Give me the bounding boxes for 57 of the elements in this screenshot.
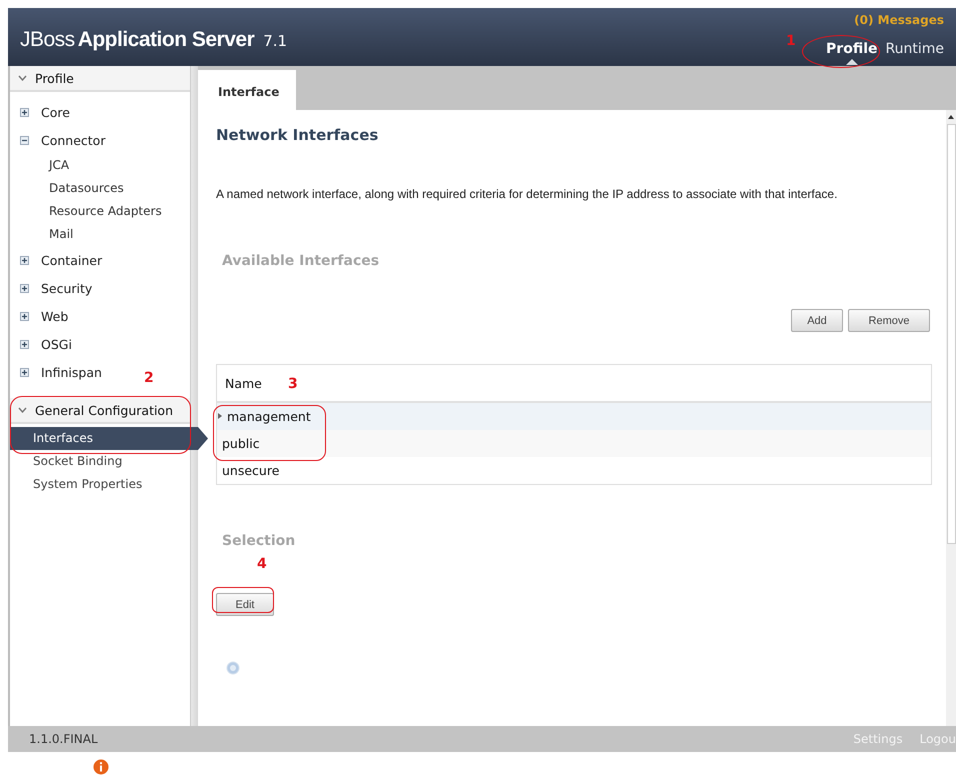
tree-child-item[interactable]: JCA	[10, 154, 190, 177]
tree-child-item[interactable]: Datasources	[10, 177, 190, 200]
annotation-number: 4	[257, 556, 267, 572]
description-text: A named network interface, along with required criteria for determining the IP address to associate with that interface.	[216, 187, 838, 201]
tree-item[interactable]: Core	[41, 104, 70, 120]
splitter[interactable]	[190, 66, 198, 726]
messages-link[interactable]: (0) Messages	[854, 13, 944, 27]
nav-link[interactable]: Socket Binding	[10, 450, 190, 473]
collapse-icon[interactable]	[20, 136, 29, 144]
annotation-number: 3	[288, 376, 298, 392]
expand-icon[interactable]	[20, 368, 29, 376]
edit-button[interactable]: Edit	[216, 593, 274, 616]
chevron-icon	[18, 75, 27, 81]
expand-icon[interactable]	[20, 256, 29, 264]
annotation-number: 2	[144, 370, 154, 386]
chevron-icon	[18, 407, 27, 413]
page-title: Network Interfaces	[216, 126, 378, 144]
table-row[interactable]: public	[217, 430, 931, 457]
nav-link[interactable]: System Properties	[10, 473, 190, 496]
tree-item[interactable]: Web	[41, 308, 68, 324]
pointer-icon	[218, 413, 222, 419]
expand-icon[interactable]	[20, 340, 29, 348]
section-title: General Configuration	[35, 402, 174, 418]
version-label: 1.1.0.FINAL	[28, 732, 98, 746]
app-logo: JBossApplication Server 7.1	[19, 27, 288, 53]
nav-tab[interactable]: Profile	[826, 41, 878, 65]
column-header: Name	[225, 376, 262, 390]
scroll-up-icon[interactable]	[947, 114, 955, 120]
table-row[interactable]: management	[217, 403, 931, 430]
tree-child-item[interactable]: Resource Adapters	[10, 200, 190, 223]
tree-item[interactable]: Security	[41, 280, 92, 296]
nav-tab[interactable]: Runtime	[886, 41, 944, 65]
expand-icon[interactable]	[20, 312, 29, 320]
expand-icon[interactable]	[20, 284, 29, 292]
add-button[interactable]: Add	[791, 309, 843, 332]
section-header[interactable]: General Configuration	[10, 398, 190, 424]
remove-button[interactable]: Remove	[848, 309, 930, 332]
tree-item[interactable]: Container	[41, 252, 102, 268]
section-title: Profile	[35, 70, 74, 86]
section-heading: Available Interfaces	[221, 253, 380, 269]
scrollbar[interactable]	[946, 110, 956, 726]
annotation-number: 1	[786, 33, 796, 49]
tab[interactable]: Interface	[198, 70, 296, 110]
info-icon	[93, 759, 109, 775]
section-header[interactable]: Profile	[10, 66, 190, 92]
tree-child-item[interactable]: Mail	[10, 223, 190, 246]
table-cell: public	[222, 436, 260, 451]
table-row[interactable]: unsecure	[217, 457, 931, 484]
table-cell-text: management	[226, 409, 311, 424]
tree-item[interactable]: Infinispan	[41, 364, 102, 380]
tree-item[interactable]: OSGi	[41, 336, 72, 352]
annotation-ring	[212, 587, 274, 613]
expand-icon[interactable]	[20, 108, 29, 116]
tree-item[interactable]: Connector	[41, 132, 106, 148]
table-cell: unsecure	[222, 463, 280, 478]
nav-link[interactable]: Interfaces	[10, 427, 208, 450]
section-heading: Selection	[221, 533, 296, 549]
